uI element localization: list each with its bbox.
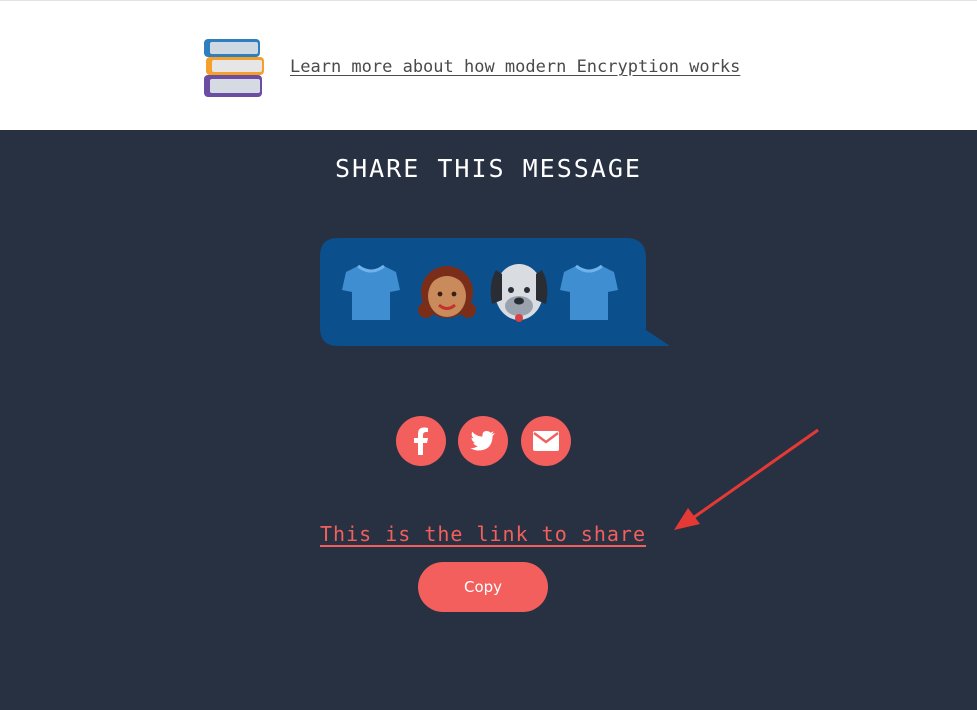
t-shirt-icon: [342, 264, 400, 320]
t-shirt-icon: [560, 264, 618, 320]
twitter-share-button[interactable]: [458, 416, 508, 466]
email-share-button[interactable]: [521, 416, 571, 466]
info-banner: Learn more about how modern Encryption w…: [0, 0, 977, 130]
share-title: SHARE THIS MESSAGE: [335, 154, 642, 183]
books-icon: [204, 39, 264, 97]
email-icon: [533, 431, 559, 451]
twitter-icon: [470, 431, 495, 451]
girl-icon: [418, 266, 476, 318]
copy-button[interactable]: Copy: [418, 562, 548, 612]
facebook-icon: [414, 427, 428, 455]
learn-encryption-link[interactable]: Learn more about how modern Encryption w…: [290, 57, 740, 77]
share-section: SHARE THIS MESSAGE This is the link to s…: [0, 130, 977, 710]
annotation-arrow: [674, 428, 819, 530]
dog-face-icon: [490, 264, 548, 322]
facebook-share-button[interactable]: [396, 416, 446, 466]
